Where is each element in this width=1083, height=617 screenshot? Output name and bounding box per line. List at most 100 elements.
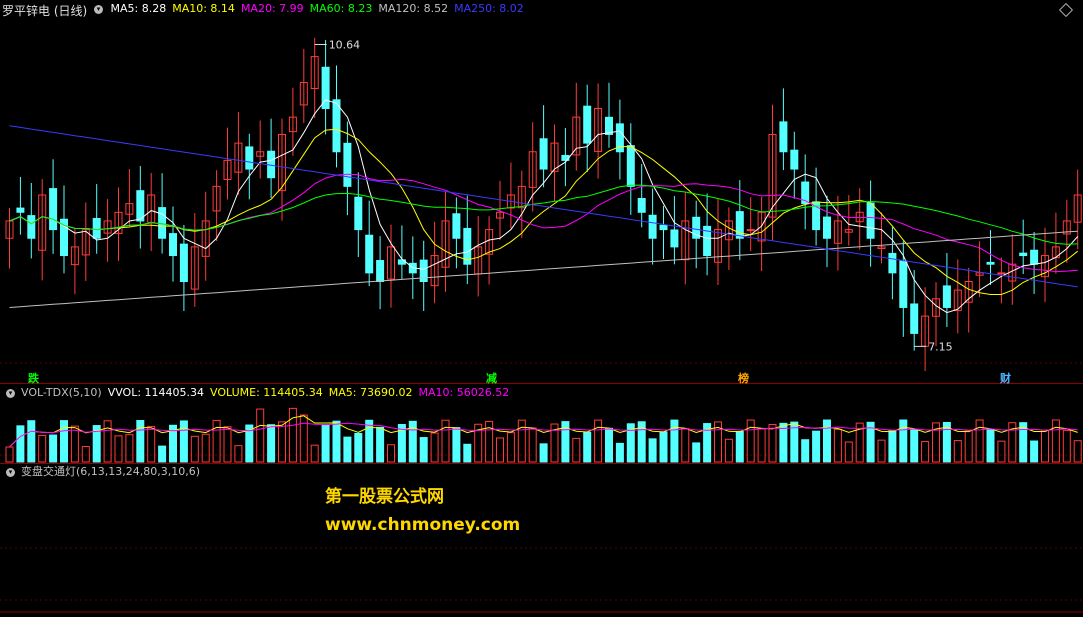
panel-divider [0,383,1083,384]
volume-bar [310,444,319,463]
candle-body [986,261,995,265]
candle-body [49,188,58,231]
candle-body [1019,252,1028,257]
volume-bar [463,443,472,463]
volume-bar [136,420,145,463]
volume-bar [517,419,526,463]
candle-body [626,145,635,187]
volume-bar [365,419,374,463]
volume-bar [1041,429,1049,463]
volume-bar [441,419,450,463]
volume-bar [910,429,919,463]
volume-bar [278,421,286,463]
volume-legend-item-4: MA10: 56026.52 [418,386,510,399]
volume-bar [833,428,842,463]
volume-bar [746,419,755,463]
volume-bar [1030,440,1039,463]
candle-body [1030,249,1039,265]
indicator-header: ▾ 变盘交通灯(6,13,13,24,80,3,10,6) [0,464,206,480]
volume-bar [681,428,690,463]
watermark-url: www.chnmoney.com [325,515,521,535]
kline-chart[interactable]: 10.64 7.15 [0,0,1083,617]
volume-bar [179,420,188,463]
candle-body [888,252,897,274]
volume-bar [757,428,766,463]
volume-bar [190,435,199,463]
candle-body [332,99,341,153]
volume-bar [147,425,156,463]
candle-body [376,260,385,283]
volume-bar [692,442,701,463]
low-price-label: 7.15 [928,340,953,353]
candle-body [942,285,951,308]
volume-bar [506,432,515,463]
candle-body [158,207,167,239]
candle-body [735,211,744,239]
volume-bar [49,434,58,463]
candle-body [637,197,646,213]
high-price-label: 10.64 [329,38,361,51]
volume-bar [921,441,930,463]
settings-circle-icon[interactable]: ▾ [6,467,15,477]
candle-body [365,234,374,274]
volume-bar [735,431,744,463]
volume-bar [27,420,36,463]
candle-body [354,196,363,231]
candle-body [910,303,919,334]
volume-bar [964,429,973,463]
volume-bar [158,445,167,463]
volume-bar [114,435,123,463]
volume-bar [823,419,831,463]
volume-bar [1051,419,1060,463]
candle-body [790,149,799,170]
volume-bar [212,419,221,463]
candle-body [245,146,254,170]
volume-bar [670,419,679,463]
candle-body [92,217,101,239]
volume-bar [419,437,428,463]
settings-circle-icon[interactable]: ▾ [6,388,15,398]
volume-bar [528,427,537,463]
candle-body [746,229,755,232]
volume-bar [201,433,210,463]
volume-bar [125,434,134,463]
candle-body [779,121,788,153]
volume-legend-item-0: VOL-TDX(5,10) [21,386,102,399]
volume-bar [452,427,461,463]
volume-bar [997,440,1006,463]
volume-bar [594,419,603,463]
volume-legend-item-2: VOLUME: 114405.34 [210,386,323,399]
candle-body [27,215,36,239]
volume-bar [387,444,395,463]
candle-body [648,214,657,239]
volume-bar [70,425,79,463]
signal-marker: 榜 [738,372,749,385]
candle-body [823,216,831,239]
volume-bar [768,423,777,463]
volume-bar [1062,429,1071,463]
volume-bar [288,407,297,463]
volume-bar [801,439,810,463]
volume-bar [354,432,363,463]
volume-bar [986,429,995,463]
volume-legend-item-3: MA5: 73690.02 [328,386,413,399]
volume-bar [888,430,897,463]
volume-bar [430,432,439,463]
volume-bar [223,426,232,463]
volume-bar [539,443,548,463]
volume-bar [615,442,624,463]
ma20-line [9,173,1078,273]
volume-bar [60,420,68,463]
signal-marker: 减 [486,372,497,385]
candle-body [997,272,1006,275]
volume-bar [648,438,657,463]
volume-bar [975,419,984,463]
volume-bar [953,440,962,463]
indicator-title[interactable]: 变盘交通灯(6,13,13,24,80,3,10,6) [21,465,200,478]
volume-bar [376,426,385,463]
volume-bar [496,437,504,463]
volume-bar [38,434,47,463]
candle-body [899,260,908,308]
volume-bar [103,420,112,463]
volume-bar [343,436,352,463]
